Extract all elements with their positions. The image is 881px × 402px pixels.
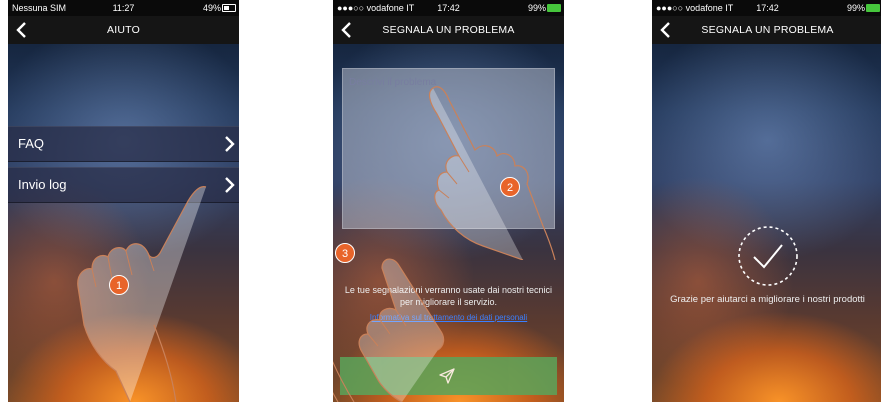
page-title: AIUTO (107, 24, 140, 36)
privacy-link[interactable]: Informativa sul trattamento dei dati per… (333, 313, 564, 323)
chevron-right-icon (225, 177, 235, 193)
status-bar: Nessuna SIM 11:27 49% (8, 0, 239, 16)
nav-bar: SEGNALA UN PROBLEMA (333, 16, 564, 44)
battery-percent: 49% (202, 3, 221, 13)
menu-item-label: Invio log (18, 177, 67, 192)
menu-item-send-log[interactable]: Invio log (8, 167, 239, 203)
menu-item-faq[interactable]: FAQ (8, 126, 239, 162)
page-title: SEGNALA UN PROBLEMA (382, 24, 515, 36)
battery-icon (547, 4, 561, 12)
phone-screen-thanks: ●●●○○ vodafone IT 17:42 99% SEGNALA UN P… (652, 0, 881, 402)
chevron-right-icon (225, 136, 235, 152)
status-bar: ●●●○○ vodafone IT 17:42 99% (333, 0, 564, 16)
thanks-message: Grazie per aiutarci a migliorare i nostr… (670, 294, 865, 305)
nav-bar: SEGNALA UN PROBLEMA (652, 16, 881, 44)
menu-item-label: FAQ (18, 136, 45, 151)
success-check-icon (738, 226, 798, 286)
page-title: SEGNALA UN PROBLEMA (701, 24, 834, 36)
problem-description-input[interactable]: Descrivi il problema (342, 68, 555, 229)
pointing-hand-illustration (77, 186, 207, 402)
nav-bar: AIUTO (8, 16, 239, 44)
phone-screen-report: ●●●○○ vodafone IT 17:42 99% SEGNALA UN P… (333, 0, 564, 402)
step-badge: 2 (500, 177, 520, 197)
battery-percent: 99% (846, 3, 865, 13)
phone-screen-help: Nessuna SIM 11:27 49% AIUTO FAQ Invio lo… (8, 0, 239, 402)
status-bar: ●●●○○ vodafone IT 17:42 99% (652, 0, 881, 16)
step-badge: 1 (109, 275, 129, 295)
input-placeholder: Descrivi il problema (349, 77, 437, 88)
info-text: Le tue segnalazioni verranno usate dai n… (344, 285, 553, 307)
step-badge: 3 (335, 243, 355, 263)
send-icon (439, 368, 455, 384)
battery-percent: 99% (527, 3, 546, 13)
battery-icon (866, 4, 880, 12)
send-button[interactable] (340, 357, 557, 395)
battery-icon (222, 4, 236, 12)
